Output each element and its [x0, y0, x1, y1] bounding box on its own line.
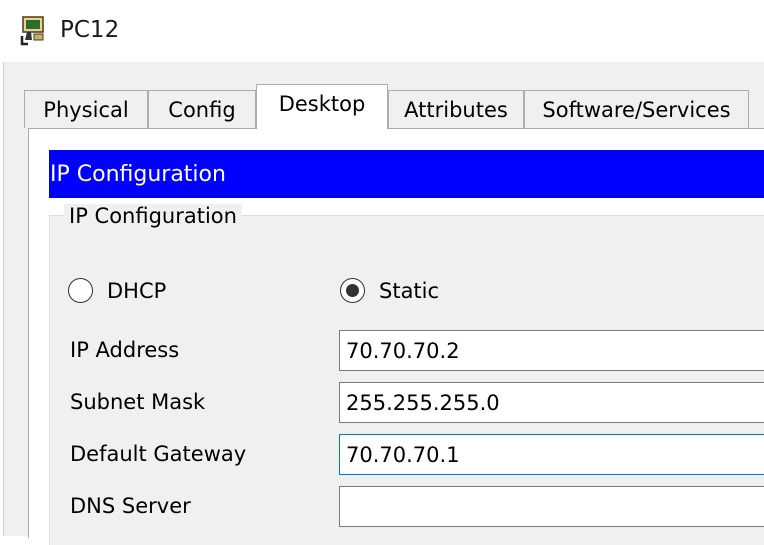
title-bar: PC12 — [0, 0, 764, 62]
ip-address-label: IP Address — [70, 338, 180, 362]
window-title: PC12 — [60, 17, 120, 43]
desktop-tab-panel: IP Configuration IP Configuration DHCP S… — [28, 128, 764, 545]
tab-physical[interactable]: Physical — [24, 90, 148, 128]
ip-configuration-group: IP Configuration DHCP Static IP Address … — [49, 204, 764, 545]
tab-attributes[interactable]: Attributes — [388, 90, 524, 128]
pc-device-icon — [20, 16, 44, 46]
dhcp-radio-button[interactable] — [68, 278, 93, 303]
subnet-mask-input[interactable] — [339, 382, 764, 423]
section-header-label: IP Configuration — [50, 161, 226, 187]
tab-label: Software/Services — [542, 97, 731, 122]
ip-address-input[interactable] — [339, 330, 764, 371]
default-gateway-input[interactable] — [339, 434, 764, 475]
tab-label: Physical — [43, 97, 129, 122]
default-gateway-label: Default Gateway — [70, 442, 247, 466]
static-label: Static — [379, 278, 440, 303]
tab-config[interactable]: Config — [148, 90, 256, 128]
dhcp-radio-option[interactable]: DHCP — [68, 278, 166, 303]
subnet-mask-label: Subnet Mask — [70, 390, 206, 414]
group-title: IP Configuration — [64, 204, 242, 228]
tab-label: Config — [168, 97, 236, 122]
static-radio-option[interactable]: Static — [340, 278, 439, 303]
ip-configuration-header: IP Configuration — [49, 150, 764, 198]
window-client-area: Physical Config Desktop Attributes Softw… — [3, 62, 764, 545]
dns-server-input[interactable] — [339, 486, 764, 527]
dhcp-label: DHCP — [107, 278, 167, 303]
static-radio-button[interactable] — [340, 278, 365, 303]
dns-server-label: DNS Server — [70, 494, 191, 518]
tab-software-services[interactable]: Software/Services — [524, 90, 749, 128]
radio-selected-dot — [346, 284, 359, 297]
tab-label: Desktop — [278, 92, 366, 116]
tab-desktop[interactable]: Desktop — [256, 84, 388, 129]
tab-label: Attributes — [404, 97, 508, 122]
